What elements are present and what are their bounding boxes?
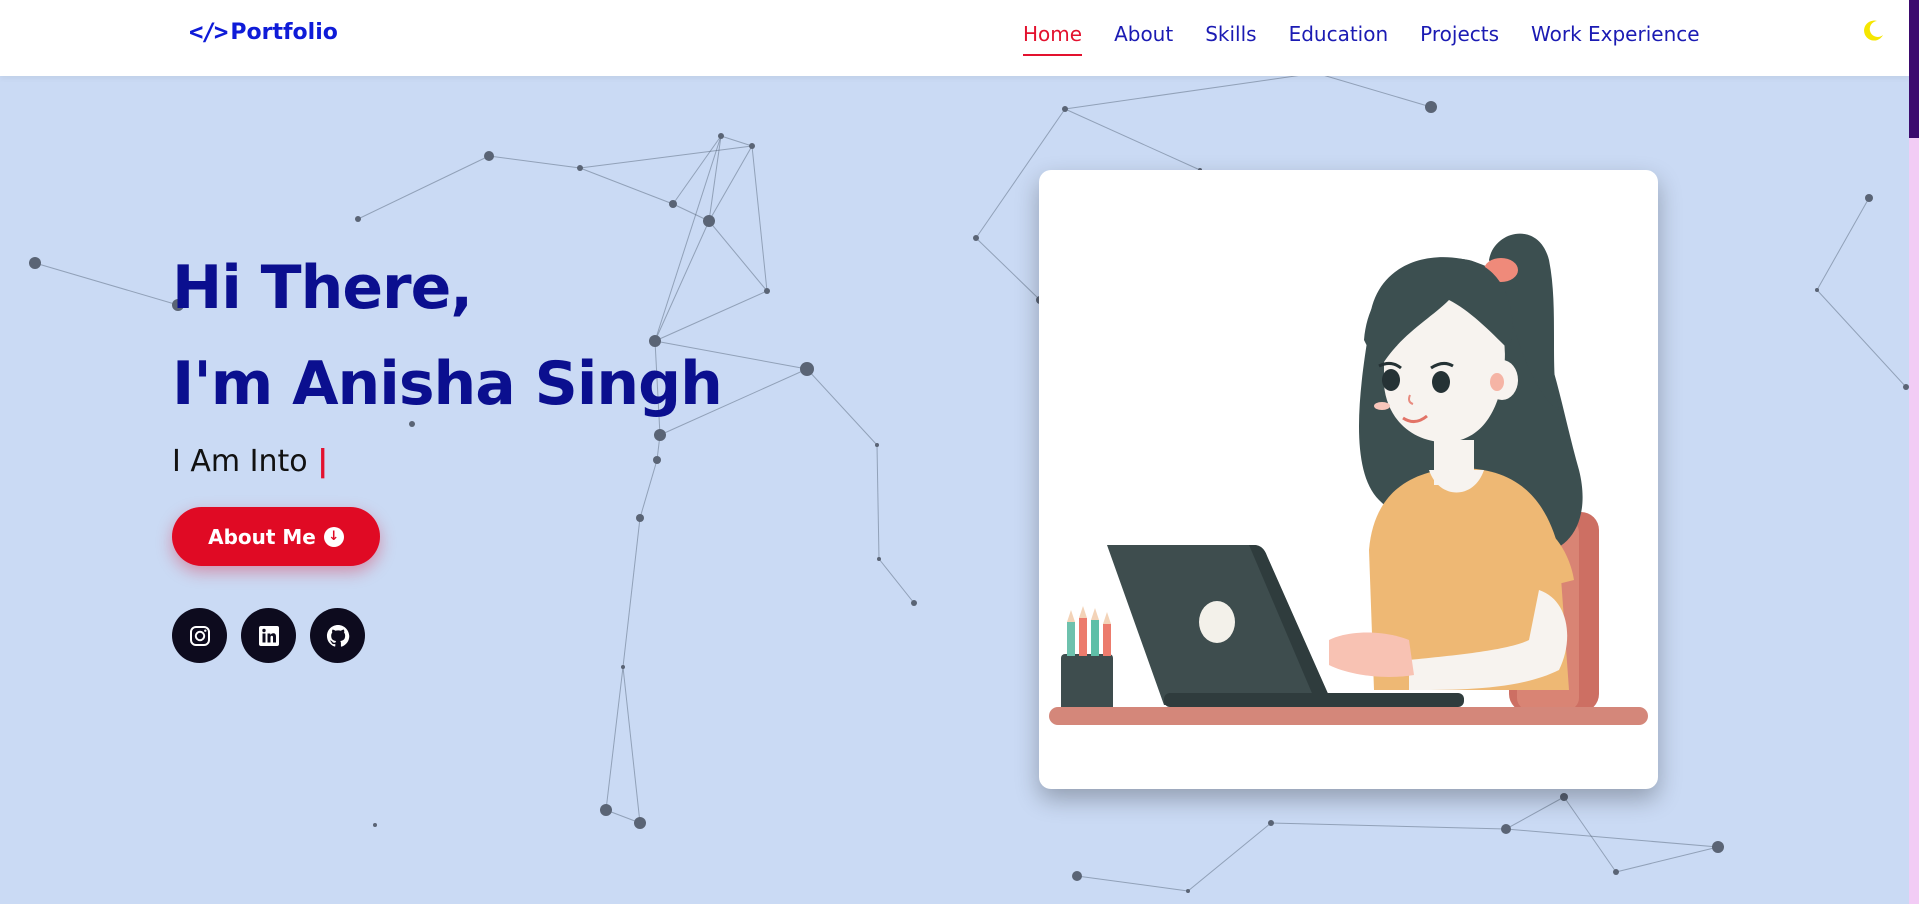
girl-at-laptop-illustration [1049, 233, 1648, 725]
logo-text: Portfolio [230, 19, 338, 45]
particle-node [669, 200, 677, 208]
particle-link [1064, 108, 1201, 171]
particle-link [806, 368, 878, 446]
particle-link [975, 237, 1041, 301]
particle-link [1816, 197, 1870, 291]
particle-node [636, 514, 644, 522]
particle-link [622, 517, 641, 668]
particle-link [579, 145, 753, 169]
nav-skills[interactable]: Skills [1205, 22, 1256, 56]
hero-line-1: Hi There, [172, 253, 473, 323]
particle-link [1816, 289, 1907, 388]
particle-node [800, 362, 814, 376]
particle-node [1268, 820, 1274, 826]
particle-link [1064, 72, 1317, 110]
particle-node [877, 557, 881, 561]
moon-icon[interactable] [1862, 18, 1886, 42]
particle-node [1501, 824, 1511, 834]
logo[interactable]: </> Portfolio [189, 18, 338, 46]
hero-line-2: I'm Anisha Singh [172, 349, 723, 419]
particle-link [878, 558, 915, 604]
hero-text: Hi There, I'm Anisha Singh I Am Into | [172, 240, 723, 479]
typing-cursor: | [317, 444, 329, 479]
particle-link [579, 167, 674, 205]
particle-node [764, 288, 770, 294]
github-icon[interactable] [310, 608, 365, 663]
typing-prefix: I Am Into [172, 444, 308, 479]
particle-node [577, 165, 583, 171]
particle-node [621, 665, 625, 669]
particle-node [600, 804, 612, 816]
instagram-icon[interactable] [172, 608, 227, 663]
particle-node [749, 143, 755, 149]
particle-node [1425, 101, 1437, 113]
hero-illustration-card [1039, 170, 1658, 789]
about-me-label: About Me [208, 524, 316, 549]
particle-link [622, 666, 641, 824]
main-nav: Home About Skills Education Projects Wor… [1023, 22, 1700, 56]
particle-node [29, 257, 41, 269]
hero-greeting: Hi There, I'm Anisha Singh [172, 240, 723, 432]
particle-link [34, 262, 179, 306]
particle-link [1505, 828, 1719, 848]
nav-about[interactable]: About [1114, 22, 1173, 56]
navbar: </> Portfolio Home About Skills Educatio… [0, 0, 1909, 76]
particle-node [373, 823, 377, 827]
particle-node [718, 133, 724, 139]
arrow-down-circle-icon: ↓ [323, 526, 344, 547]
particle-node [1560, 793, 1568, 801]
particle-node [634, 817, 646, 829]
about-me-button[interactable]: About Me ↓ [172, 507, 380, 566]
particle-link [720, 135, 753, 147]
particle-link [708, 135, 722, 222]
particle-node [1613, 869, 1619, 875]
nav-projects[interactable]: Projects [1420, 22, 1499, 56]
particle-link [1505, 796, 1565, 830]
particle-node [911, 600, 917, 606]
code-icon: </> [189, 18, 228, 46]
particle-link [1270, 822, 1507, 830]
particle-link [605, 666, 624, 811]
nav-education[interactable]: Education [1289, 22, 1389, 56]
particle-link [1315, 72, 1432, 108]
particle-node [1062, 106, 1068, 112]
particle-node [1865, 194, 1873, 202]
social-links [172, 608, 365, 663]
particle-node [875, 443, 879, 447]
linkedin-icon[interactable] [241, 608, 296, 663]
particle-link [708, 145, 753, 222]
particle-node [355, 216, 361, 222]
particle-link [672, 135, 722, 205]
scrollbar-thumb[interactable] [1909, 0, 1919, 138]
particle-node [703, 215, 715, 227]
particle-node [484, 151, 494, 161]
particle-link [876, 444, 880, 560]
typing-text: I Am Into | [172, 444, 722, 479]
particle-node [1186, 889, 1190, 893]
nav-home[interactable]: Home [1023, 22, 1083, 56]
particle-link [357, 155, 490, 220]
particle-node [1712, 841, 1724, 853]
particle-link [1187, 822, 1272, 892]
particle-node [973, 235, 979, 241]
particle-link [488, 155, 581, 169]
particle-node [1072, 871, 1082, 881]
nav-work-experience[interactable]: Work Experience [1531, 22, 1700, 56]
particle-link [1076, 875, 1189, 892]
particle-node [1815, 288, 1819, 292]
particle-link [1615, 846, 1719, 873]
particle-link [751, 145, 768, 292]
